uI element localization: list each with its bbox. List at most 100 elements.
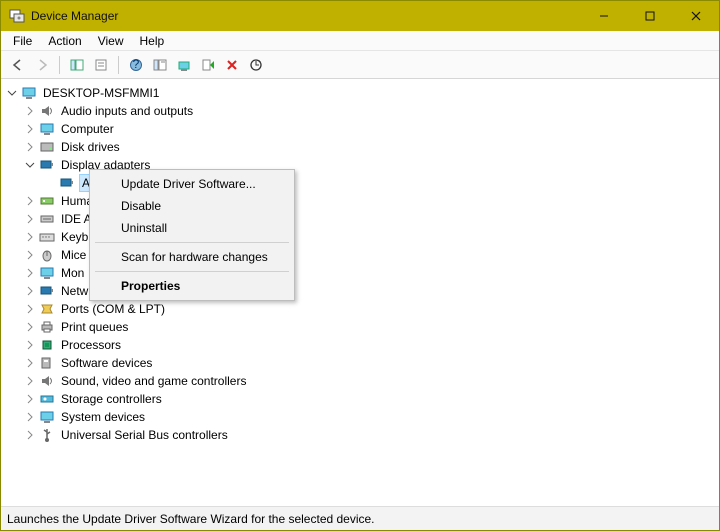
menubar: File Action View Help bbox=[1, 31, 719, 51]
tree-item-label: Netw bbox=[59, 283, 90, 299]
tree-item-disk[interactable]: Disk drives bbox=[1, 138, 719, 156]
svg-text:?: ? bbox=[133, 58, 140, 71]
tree-item-label: Mon bbox=[59, 265, 86, 281]
network-icon bbox=[39, 283, 55, 299]
back-button[interactable] bbox=[7, 54, 29, 76]
expand-icon[interactable] bbox=[23, 356, 37, 370]
tree-item-label: Universal Serial Bus controllers bbox=[59, 427, 230, 443]
toolbar-separator bbox=[118, 56, 119, 74]
port-icon bbox=[39, 301, 55, 317]
menu-help[interactable]: Help bbox=[132, 32, 173, 50]
context-uninstall[interactable]: Uninstall bbox=[93, 217, 291, 239]
context-update-driver[interactable]: Update Driver Software... bbox=[93, 173, 291, 195]
mouse-icon bbox=[39, 247, 55, 263]
monitor-icon bbox=[39, 265, 55, 281]
menu-action[interactable]: Action bbox=[40, 32, 89, 50]
tree-item-label: Mice bbox=[59, 247, 88, 263]
enable-button[interactable] bbox=[197, 54, 219, 76]
tree-item-label: Software devices bbox=[59, 355, 154, 371]
tree-item-label: Processors bbox=[59, 337, 123, 353]
tree-item-computer[interactable]: Computer bbox=[1, 120, 719, 138]
tree-item-label: Audio inputs and outputs bbox=[59, 103, 195, 119]
context-separator bbox=[95, 271, 289, 272]
expand-icon[interactable] bbox=[23, 374, 37, 388]
tree-root-label: DESKTOP-MSFMMI1 bbox=[41, 85, 161, 101]
tree-item-label: Print queues bbox=[59, 319, 130, 335]
tree-item-label: Sound, video and game controllers bbox=[59, 373, 248, 389]
properties-button[interactable] bbox=[90, 54, 112, 76]
speaker-icon bbox=[39, 103, 55, 119]
expand-icon[interactable] bbox=[23, 212, 37, 226]
expand-icon[interactable] bbox=[23, 302, 37, 316]
context-properties[interactable]: Properties bbox=[93, 275, 291, 297]
tree-item-label: Keyb bbox=[59, 229, 90, 245]
tree-item-system[interactable]: System devices bbox=[1, 408, 719, 426]
expand-icon[interactable] bbox=[23, 428, 37, 442]
computer-icon bbox=[21, 85, 37, 101]
collapse-icon[interactable] bbox=[5, 86, 19, 100]
expand-icon[interactable] bbox=[23, 122, 37, 136]
update-driver-button[interactable] bbox=[173, 54, 195, 76]
tree-item-audio[interactable]: Audio inputs and outputs bbox=[1, 102, 719, 120]
maximize-button[interactable] bbox=[627, 1, 673, 31]
expand-icon[interactable] bbox=[23, 284, 37, 298]
menu-file[interactable]: File bbox=[5, 32, 40, 50]
expand-icon[interactable] bbox=[23, 248, 37, 262]
show-hide-tree-button[interactable] bbox=[66, 54, 88, 76]
usb-icon bbox=[39, 427, 55, 443]
expand-icon[interactable] bbox=[23, 230, 37, 244]
speaker-icon bbox=[39, 373, 55, 389]
forward-button[interactable] bbox=[31, 54, 53, 76]
action-button[interactable] bbox=[149, 54, 171, 76]
tree-item-sound[interactable]: Sound, video and game controllers bbox=[1, 372, 719, 390]
expand-icon[interactable] bbox=[23, 338, 37, 352]
tree-item-label: System devices bbox=[59, 409, 147, 425]
tree-item-label: Storage controllers bbox=[59, 391, 164, 407]
expand-icon[interactable] bbox=[23, 266, 37, 280]
printer-icon bbox=[39, 319, 55, 335]
hid-icon bbox=[39, 193, 55, 209]
tree-item-storage[interactable]: Storage controllers bbox=[1, 390, 719, 408]
tree-item-usb[interactable]: Universal Serial Bus controllers bbox=[1, 426, 719, 444]
disk-icon bbox=[39, 139, 55, 155]
monitor-icon bbox=[39, 409, 55, 425]
monitor-icon bbox=[39, 121, 55, 137]
collapse-icon[interactable] bbox=[23, 158, 37, 172]
context-separator bbox=[95, 242, 289, 243]
expand-icon[interactable] bbox=[23, 410, 37, 424]
expand-icon[interactable] bbox=[23, 104, 37, 118]
close-button[interactable] bbox=[673, 1, 719, 31]
ide-icon bbox=[39, 211, 55, 227]
expand-icon[interactable] bbox=[23, 320, 37, 334]
tree-item-label: Disk drives bbox=[59, 139, 122, 155]
tree-item-print[interactable]: Print queues bbox=[1, 318, 719, 336]
tree-item-label: Computer bbox=[59, 121, 116, 137]
scan-hardware-button[interactable] bbox=[245, 54, 267, 76]
keyboard-icon bbox=[39, 229, 55, 245]
status-text: Launches the Update Driver Software Wiza… bbox=[7, 512, 375, 526]
tree-root[interactable]: DESKTOP-MSFMMI1 bbox=[1, 84, 719, 102]
titlebar: Device Manager bbox=[1, 1, 719, 31]
expand-icon[interactable] bbox=[23, 392, 37, 406]
context-scan[interactable]: Scan for hardware changes bbox=[93, 246, 291, 268]
uninstall-button[interactable] bbox=[221, 54, 243, 76]
context-menu: Update Driver Software... Disable Uninst… bbox=[89, 169, 295, 301]
context-disable[interactable]: Disable bbox=[93, 195, 291, 217]
cpu-icon bbox=[39, 337, 55, 353]
software-icon bbox=[39, 355, 55, 371]
no-expand bbox=[43, 176, 57, 190]
statusbar: Launches the Update Driver Software Wiza… bbox=[1, 506, 719, 530]
tree-item-ports[interactable]: Ports (COM & LPT) bbox=[1, 300, 719, 318]
minimize-button[interactable] bbox=[581, 1, 627, 31]
expand-icon[interactable] bbox=[23, 194, 37, 208]
tree-item-label: Ports (COM & LPT) bbox=[59, 301, 167, 317]
storage-icon bbox=[39, 391, 55, 407]
display-adapter-icon bbox=[39, 157, 55, 173]
help-button[interactable]: ? bbox=[125, 54, 147, 76]
toolbar-separator bbox=[59, 56, 60, 74]
tree-item-software[interactable]: Software devices bbox=[1, 354, 719, 372]
menu-view[interactable]: View bbox=[90, 32, 132, 50]
toolbar: ? bbox=[1, 51, 719, 79]
tree-item-processors[interactable]: Processors bbox=[1, 336, 719, 354]
expand-icon[interactable] bbox=[23, 140, 37, 154]
